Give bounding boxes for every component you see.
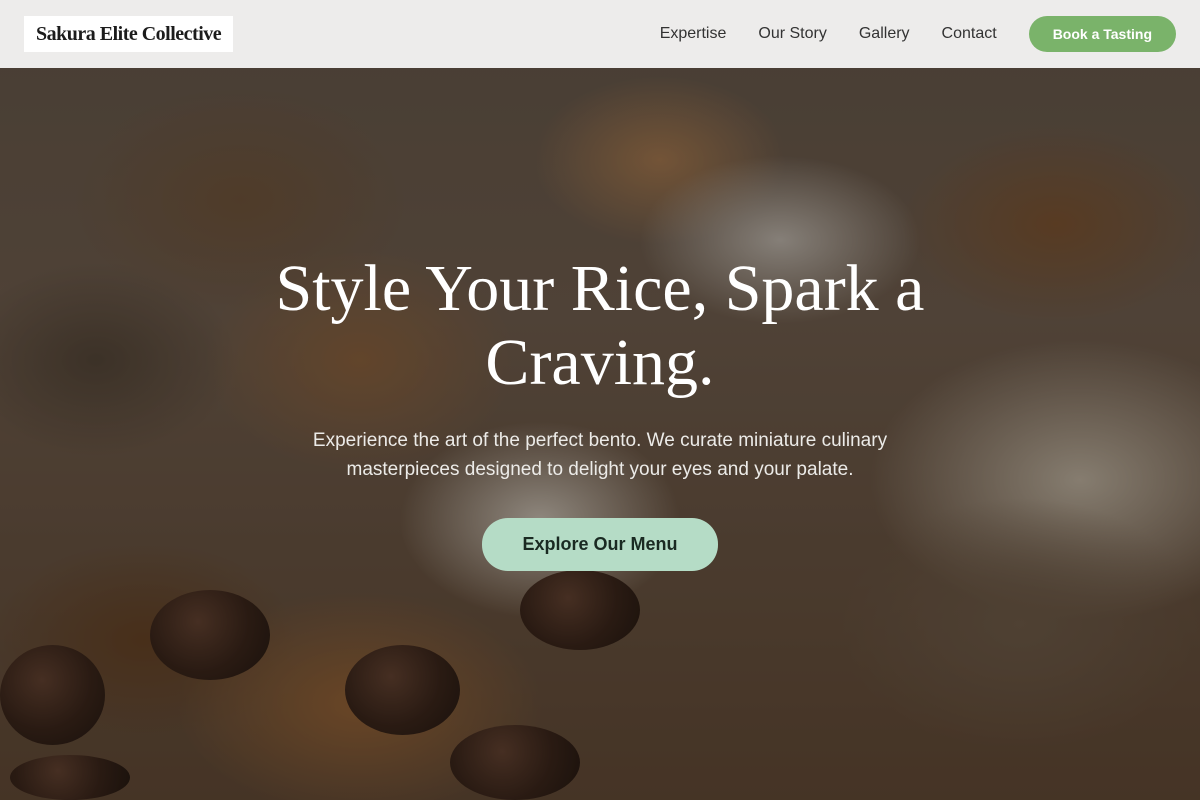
hero-subtitle: Experience the art of the perfect bento.… <box>312 430 888 480</box>
hero-title: Style Your Rice, Spark a Craving. <box>275 252 925 399</box>
site-header: Sakura Elite Collective Expertise Our St… <box>0 0 1200 68</box>
nav-link-gallery[interactable]: Gallery <box>859 25 910 43</box>
main-nav: Expertise Our Story Gallery Contact Book… <box>628 16 1176 52</box>
nav-link-expertise[interactable]: Expertise <box>660 25 727 43</box>
nav-link-contact[interactable]: Contact <box>942 25 997 43</box>
book-tasting-button[interactable]: Book a Tasting <box>1028 16 1176 52</box>
hero-content: Style Your Rice, Spark a Craving. Experi… <box>0 252 1200 571</box>
explore-menu-button[interactable]: Explore Our Menu <box>482 518 718 571</box>
brand-logo[interactable]: Sakura Elite Collective <box>24 16 234 52</box>
nav-link-our-story[interactable]: Our Story <box>758 25 826 43</box>
